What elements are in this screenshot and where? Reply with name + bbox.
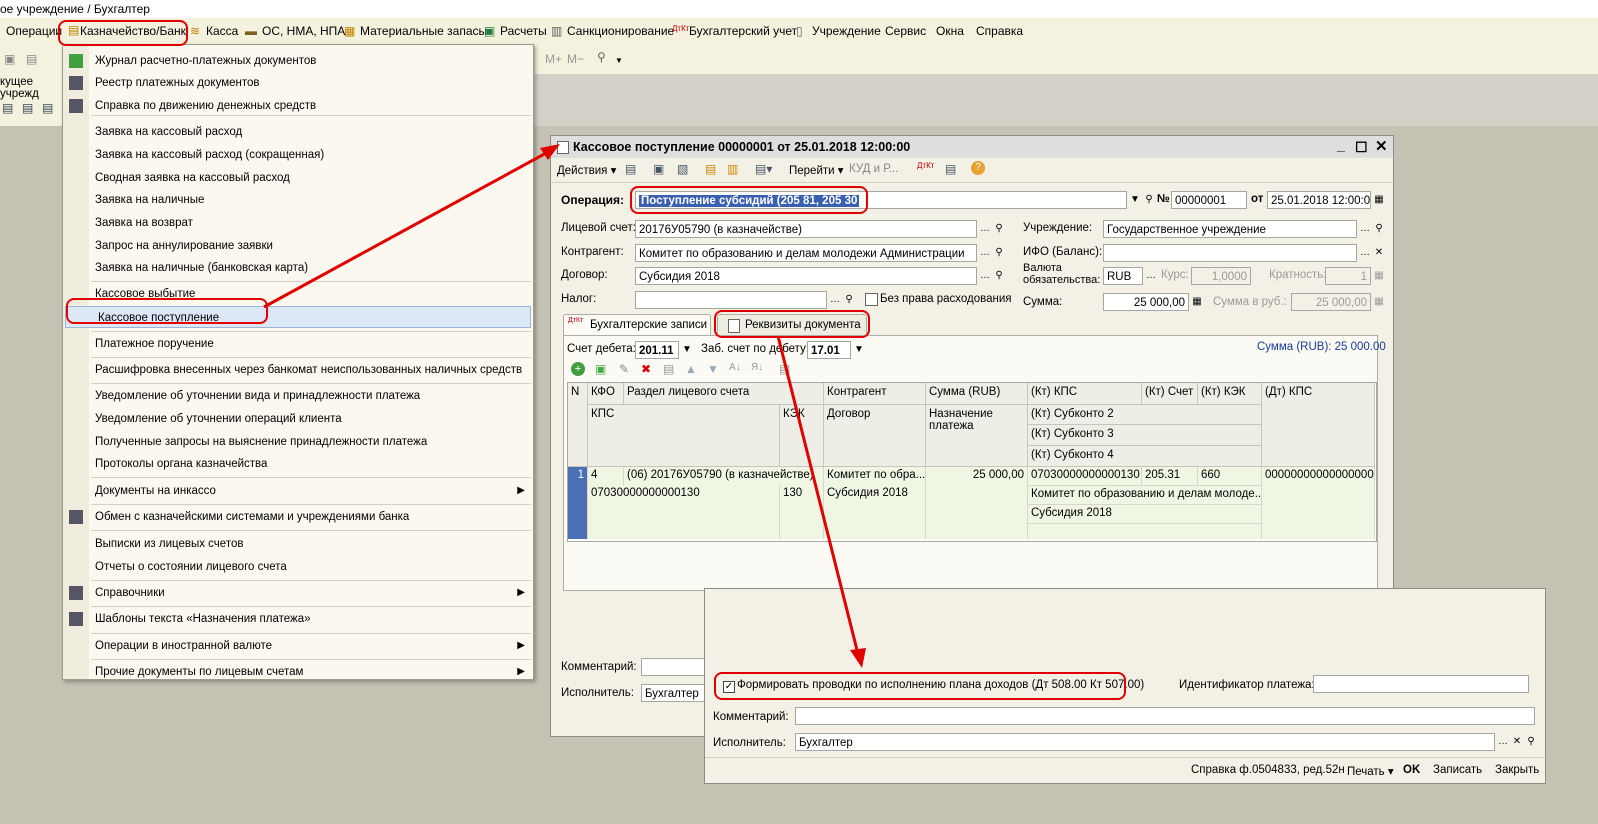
- arrowhead-2: [850, 648, 866, 668]
- annotation-arrows: [263, 144, 866, 668]
- arrow-menu-to-window: [263, 150, 549, 309]
- arrowhead-1: [540, 144, 560, 160]
- arrow-tab-to-checkbox: [776, 335, 860, 655]
